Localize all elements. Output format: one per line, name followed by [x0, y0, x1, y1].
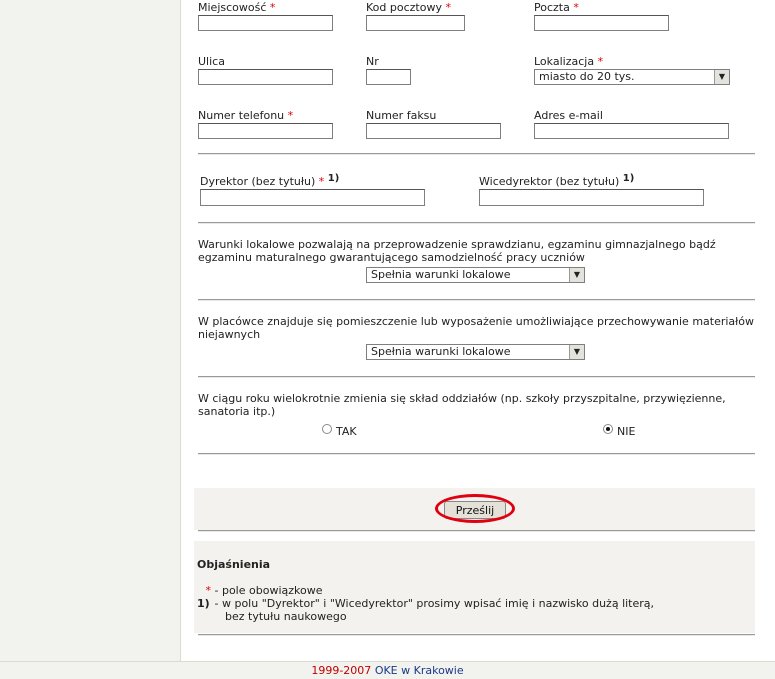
location-label: Lokalizacja *: [534, 55, 604, 68]
footer-years: 1999-2007: [311, 664, 372, 677]
fax-label: Numer faksu: [366, 109, 437, 122]
radio-nie[interactable]: [603, 424, 613, 434]
question-exam-conditions: Warunki lokalowe pozwalają na przeprowad…: [198, 238, 716, 264]
divider: [198, 153, 755, 155]
note-names-continued: bez tytułu naukowego: [225, 610, 347, 623]
chevron-down-icon[interactable]: ▼: [569, 268, 584, 282]
required-mark: *: [205, 584, 212, 597]
street-label: Ulica: [198, 55, 225, 68]
radio-nie-label: NIE: [617, 425, 636, 438]
divider: [198, 453, 755, 455]
location-select-value: miasto do 20 tys.: [539, 70, 635, 83]
vice-director-label: Wicedyrektor (bez tytułu) 1): [479, 173, 635, 188]
footnote-mark: 1): [622, 173, 635, 184]
house-number-label: Nr: [366, 55, 379, 68]
note-names: 1) - w polu "Dyrektor" i "Wicedyrektor" …: [197, 597, 655, 610]
phone-input[interactable]: [198, 123, 333, 139]
chevron-down-icon[interactable]: ▼: [714, 70, 729, 84]
notes-title: Objaśnienia: [197, 558, 271, 571]
location-select[interactable]: miasto do 20 tys. ▼: [534, 69, 730, 85]
postal-code-input[interactable]: [366, 15, 465, 31]
chevron-down-icon[interactable]: ▼: [569, 345, 584, 359]
question-class-changes: W ciągu roku wielokrotnie zmienia się sk…: [198, 392, 726, 418]
question-storage-room: W placówce znajduje się pomieszczenie lu…: [198, 315, 755, 341]
street-input[interactable]: [198, 69, 333, 85]
left-sidebar: [0, 0, 181, 661]
director-input[interactable]: [200, 189, 425, 206]
city-label: Miejscowość *: [198, 1, 276, 14]
footnote-mark: 1): [327, 173, 340, 184]
radio-tak[interactable]: [322, 424, 332, 434]
footnote-mark: 1): [197, 597, 210, 610]
email-label: Adres e-mail: [534, 109, 603, 122]
fax-input[interactable]: [366, 123, 501, 139]
divider: [198, 634, 755, 636]
city-input[interactable]: [198, 15, 333, 31]
required-mark: *: [287, 109, 294, 122]
required-mark: *: [573, 1, 579, 14]
post-office-label: Poczta *: [534, 1, 579, 14]
highlight-ring: [435, 494, 515, 523]
main-form-area: Miejscowość * Kod pocztowy * Poczta * Ul…: [181, 0, 775, 661]
divider: [198, 376, 755, 378]
note-required: * - pole obowiązkowe: [197, 584, 323, 597]
house-number-input[interactable]: [366, 69, 411, 85]
storage-room-select-value: Spełnia warunki lokalowe: [371, 345, 511, 358]
postal-code-label: Kod pocztowy *: [366, 1, 451, 14]
storage-room-select[interactable]: Spełnia warunki lokalowe ▼: [366, 344, 585, 360]
divider: [198, 222, 755, 224]
post-office-input[interactable]: [534, 15, 669, 31]
exam-conditions-select[interactable]: Spełnia warunki lokalowe ▼: [366, 267, 585, 283]
divider: [198, 530, 755, 532]
exam-conditions-select-value: Spełnia warunki lokalowe: [371, 268, 511, 281]
required-mark: *: [318, 175, 325, 188]
required-mark: *: [597, 55, 604, 68]
phone-label: Numer telefonu *: [198, 109, 294, 122]
director-label: Dyrektor (bez tytułu) * 1): [200, 173, 340, 188]
vice-director-input[interactable]: [479, 189, 704, 206]
divider: [198, 299, 755, 301]
page-footer: 1999-2007 OKE w Krakowie: [0, 661, 775, 679]
radio-tak-label: TAK: [336, 425, 357, 438]
footer-org-link[interactable]: OKE w Krakowie: [375, 664, 464, 677]
required-mark: *: [269, 1, 276, 14]
required-mark: *: [445, 1, 451, 14]
email-input[interactable]: [534, 123, 729, 139]
